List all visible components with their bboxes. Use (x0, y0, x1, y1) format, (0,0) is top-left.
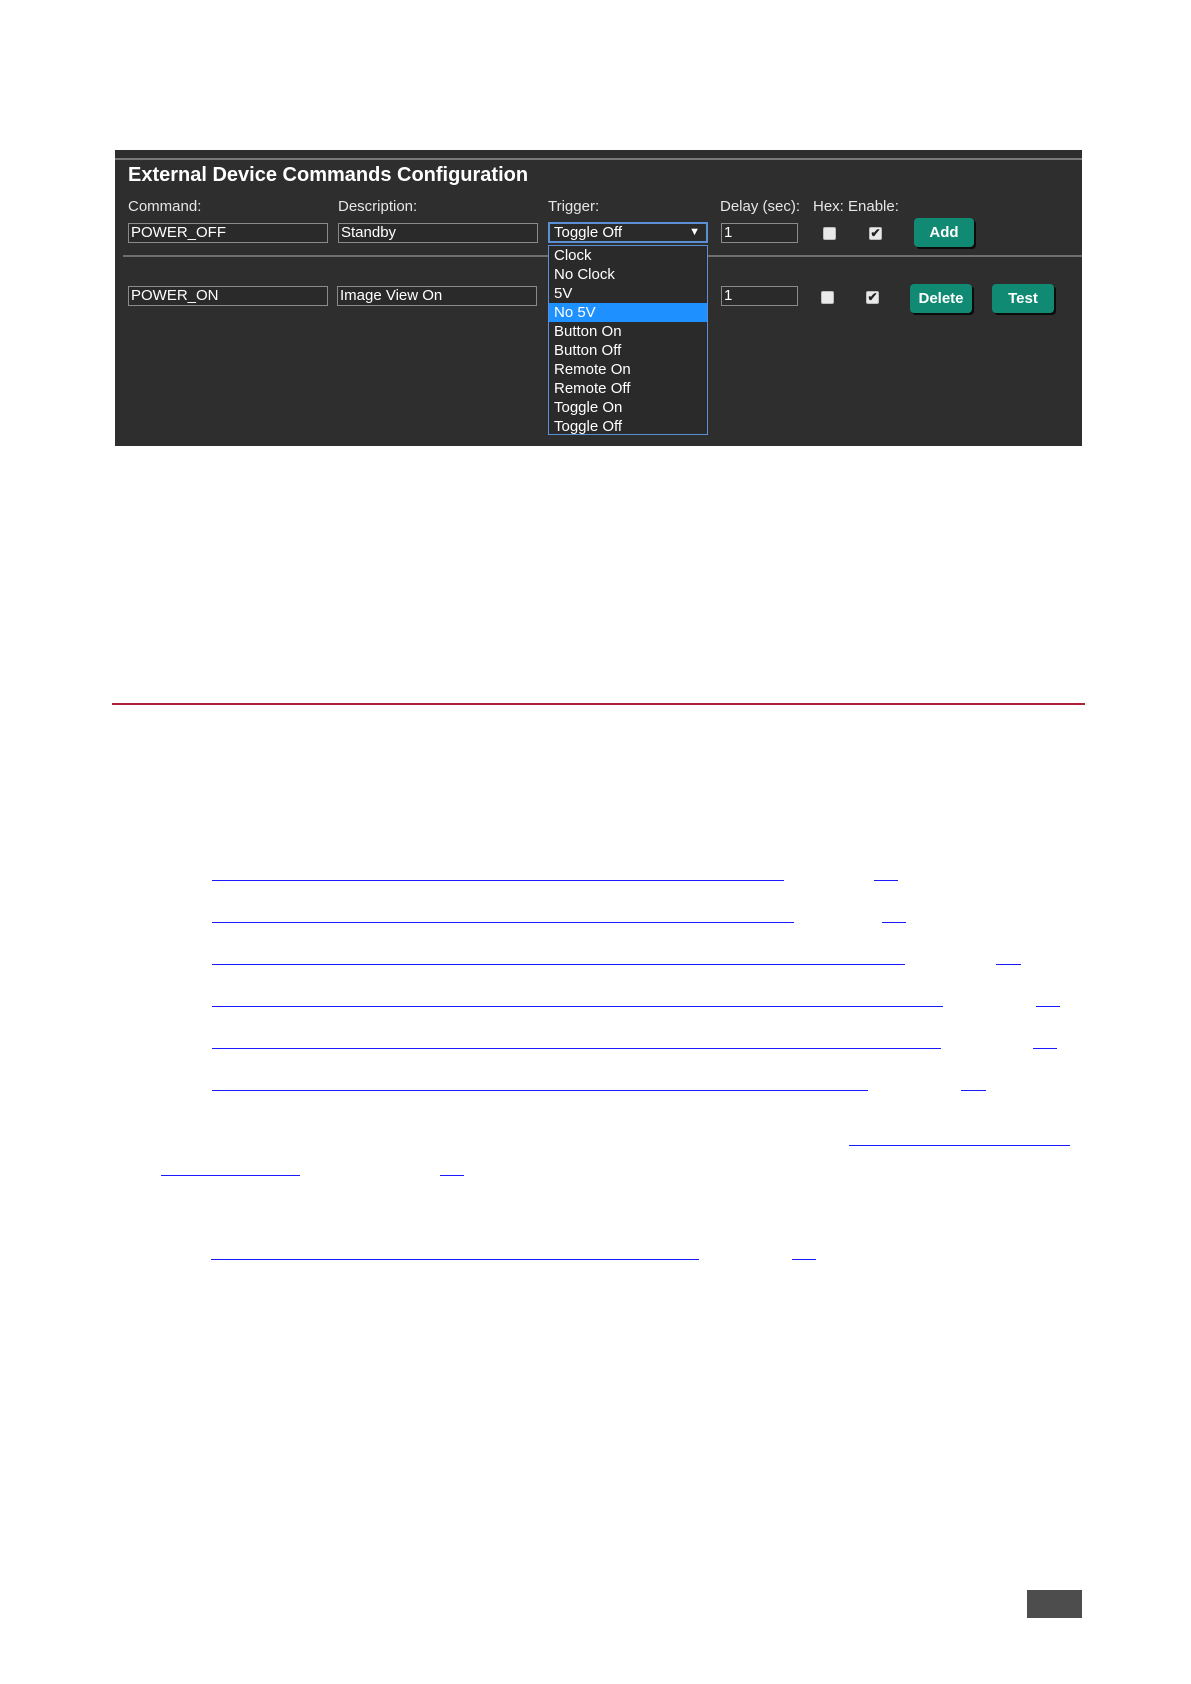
page-link-underline[interactable] (961, 1090, 986, 1091)
link-underline[interactable] (212, 880, 784, 881)
link-underline[interactable] (161, 1175, 300, 1176)
trigger-option[interactable]: Remote Off (549, 379, 707, 398)
existing-delay-input[interactable]: 1 (721, 286, 798, 306)
hex-label: Hex: (813, 198, 844, 215)
hex-checkbox[interactable] (823, 227, 836, 240)
link-underline[interactable] (212, 964, 905, 965)
trigger-option[interactable]: No 5V (549, 303, 707, 322)
link-underline[interactable] (212, 1048, 941, 1049)
page-link-underline[interactable] (874, 880, 898, 881)
link-underline[interactable] (211, 1259, 699, 1260)
panel-top-rule (115, 158, 1082, 160)
trigger-option[interactable]: Button On (549, 322, 707, 341)
command-input[interactable]: POWER_OFF (128, 223, 328, 243)
existing-description-input[interactable]: Image View On (337, 286, 537, 306)
link-underline[interactable] (212, 922, 794, 923)
description-label: Description: (338, 198, 418, 215)
existing-enable-checkbox[interactable]: ✔ (866, 291, 879, 304)
trigger-select-value: Toggle Off (554, 224, 623, 241)
trigger-option[interactable]: Toggle Off (549, 417, 707, 436)
link-underline[interactable] (212, 1090, 868, 1091)
external-device-commands-panel: External Device Commands Configuration C… (115, 150, 1082, 446)
page-link-underline[interactable] (1036, 1006, 1060, 1007)
description-input[interactable]: Standby (338, 223, 538, 243)
chevron-down-icon: ▼ (689, 226, 700, 238)
link-underline[interactable] (849, 1145, 1070, 1146)
trigger-label: Trigger: (548, 198, 600, 215)
page-number-tab (1027, 1590, 1082, 1618)
trigger-option[interactable]: No Clock (549, 265, 707, 284)
trigger-option[interactable]: Toggle On (549, 398, 707, 417)
page-link-underline[interactable] (882, 922, 906, 923)
panel-title: External Device Commands Configuration (128, 164, 529, 186)
trigger-options-list: Clock No Clock 5V No 5V Button On Button… (548, 245, 708, 435)
delete-button[interactable]: Delete (910, 284, 972, 313)
test-button[interactable]: Test (992, 284, 1054, 313)
add-button[interactable]: Add (914, 218, 974, 247)
section-divider (112, 703, 1085, 705)
trigger-option[interactable]: Button Off (549, 341, 707, 360)
enable-checkbox[interactable]: ✔ (869, 227, 882, 240)
trigger-select[interactable]: Toggle Off ▼ (548, 222, 708, 243)
trigger-option[interactable]: 5V (549, 284, 707, 303)
page-link-underline[interactable] (1033, 1048, 1057, 1049)
page-link-underline[interactable] (792, 1259, 816, 1260)
delay-label: Delay (sec): (720, 198, 801, 215)
existing-command-input[interactable]: POWER_ON (128, 286, 328, 306)
trigger-option[interactable]: Clock (549, 246, 707, 265)
trigger-option[interactable]: Remote On (549, 360, 707, 379)
command-label: Command: (128, 198, 202, 215)
delay-input[interactable]: 1 (721, 223, 798, 243)
link-underline[interactable] (212, 1006, 943, 1007)
existing-hex-checkbox[interactable] (821, 291, 834, 304)
page-link-underline[interactable] (440, 1175, 464, 1176)
enable-label: Enable: (848, 198, 899, 215)
page-link-underline[interactable] (996, 964, 1021, 965)
